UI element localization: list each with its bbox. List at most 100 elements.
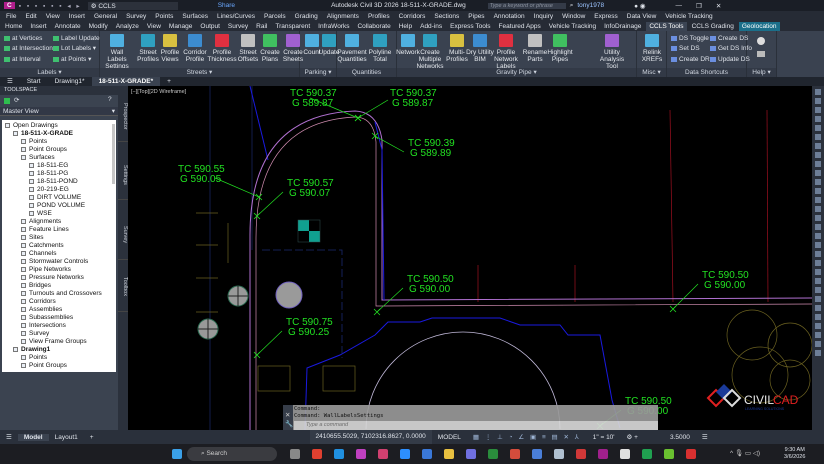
menu-vehicle-tracking[interactable]: Vehicle Tracking [665,13,712,20]
nav-tool-icon[interactable] [815,143,821,149]
refresh-icon[interactable]: ⟳ [14,96,19,104]
taskbar-app-icon[interactable] [422,449,432,459]
tree-item[interactable]: Survey [2,330,116,338]
user-name[interactable]: tony1978 [577,2,604,9]
tab-output[interactable]: Output [197,22,223,31]
nav-tool-icon[interactable] [815,233,821,239]
help-panel-title[interactable]: Help ▾ [747,68,776,77]
file-tabs-menu-icon[interactable]: ☰ [0,77,20,86]
tree-item[interactable]: Stormwater Controls [2,258,116,266]
menu-express[interactable]: Express [594,13,617,20]
nav-tool-icon[interactable] [815,251,821,257]
nav-tool-icon[interactable] [815,242,821,248]
update-ds-button[interactable]: Update DS [709,55,750,64]
tab-geolocation[interactable]: Geolocation [738,21,780,31]
menu-general[interactable]: General [94,13,117,20]
streets-panel-title[interactable]: Streets ▾ [100,68,299,77]
tree-item[interactable]: 20-219-EG [2,186,116,194]
taskbar-app-icon[interactable] [290,449,300,459]
workspace-selector[interactable]: ⚙ CCLS [87,1,178,10]
menu-window[interactable]: Window [562,13,585,20]
tree-item[interactable]: POND VOLUME [2,202,116,210]
quick-access-toolbar[interactable]: ▪ ▪ ▪ ▪ ▪ ▪ ◂ ▸ [19,2,82,10]
info-icon[interactable] [757,37,765,45]
drawing-canvas[interactable]: TC 590.37 G 589.87 TC 590.37 G 589.87 TC 590… [128,86,812,430]
tree-item[interactable]: Points [2,138,116,146]
menu-insert[interactable]: Insert [69,13,85,20]
tab-add-ins[interactable]: Add-ins [417,22,445,31]
nav-tool-icon[interactable] [815,350,821,356]
menu-corridors[interactable]: Corridors [399,13,426,20]
nav-tool-icon[interactable] [815,278,821,284]
tree-item[interactable]: Assemblies [2,306,116,314]
utility-analysis-tool-button[interactable]: Utility Analysis Tool [597,34,627,70]
tab-insert[interactable]: Insert [27,22,49,31]
lineweight-value[interactable]: 3.5000 [664,434,696,441]
status-toggles[interactable]: ▦ ⋮ ⊥ ◔ ∠ ▣ ≡ ▤ ✕ ⅄ [467,433,587,441]
taskbar-app-icon[interactable] [444,449,454,459]
nav-tool-icon[interactable] [815,341,821,347]
taskbar-app-icon[interactable] [488,449,498,459]
tab-ccls-tools[interactable]: CCLS Tools [646,21,687,31]
search-input[interactable]: Type a keyword or phrase [487,2,566,9]
taskbar-app-icon[interactable] [312,449,322,459]
tree-item[interactable]: 18-511-POND [2,178,116,186]
tab-home[interactable]: Home [2,22,25,31]
taskbar-app-icon[interactable] [400,449,410,459]
annotation-scale[interactable]: 1" = 10' [587,434,621,441]
layout-menu-icon[interactable]: ☰ [0,433,18,441]
profile-network-labels-button[interactable]: Profile Network Labels [491,34,521,70]
create-ds-button[interactable]: Create DS [709,34,748,43]
tab-express-tools[interactable]: Express Tools [447,22,493,31]
corridor-profile-button[interactable]: Corridor Profile [180,34,210,63]
nav-tool-icon[interactable] [815,314,821,320]
menu-surfaces[interactable]: Surfaces [182,13,208,20]
clock[interactable]: 9:30 AM 3/6/2026 [784,447,805,461]
taskbar-app-icon[interactable] [620,449,630,459]
minimize-button[interactable]: — [676,2,683,9]
nav-tool-icon[interactable] [815,188,821,194]
file-tab-18-511-x-grade[interactable]: 18-511-X-GRADE* [91,77,161,86]
tree-item[interactable]: Pipe Networks [2,266,116,274]
search-icon[interactable]: ⌕ [570,2,574,10]
at-points-button[interactable]: at Points ▾ [52,55,91,64]
nav-tool-icon[interactable] [815,215,821,221]
tree-item[interactable]: Point Groups [2,146,116,154]
tree-item[interactable]: Turnouts and Crossovers [2,290,116,298]
help-icon[interactable]: ? [108,96,112,103]
at-intersection-button[interactable]: at Intersection [3,44,53,53]
gravity-pipe-panel-title[interactable]: Gravity Pipe ▾ [397,68,636,77]
nav-tool-icon[interactable] [815,323,821,329]
taskbar-search[interactable]: ⌕ Search [187,447,277,461]
menu-inquiry[interactable]: Inquiry [534,13,554,20]
tab-collaborate[interactable]: Collaborate [354,22,393,31]
spot-label-g[interactable]: G 590.00 [704,280,746,291]
tree-item[interactable]: DIRT VOLUME [2,194,116,202]
set-ds-button[interactable]: Set DS [670,44,700,53]
tree-item[interactable]: Intersections [2,322,116,330]
spot-label-g[interactable]: G 590.25 [288,327,330,338]
taskbar-app-icon[interactable] [356,449,366,459]
taskbar-app-icon[interactable] [466,449,476,459]
tab-view[interactable]: View [144,22,164,31]
tree-item[interactable]: Bridges [2,282,116,290]
tree-item[interactable]: Feature Lines [2,226,116,234]
tree-item[interactable]: Points [2,354,116,362]
share-button[interactable]: Share [218,2,235,9]
tree-item[interactable]: Surfaces [2,154,116,162]
spot-label-g[interactable]: G 589.89 [410,148,452,159]
tree-item[interactable]: Subassemblies [2,314,116,322]
restore-button[interactable]: ❐ [696,2,702,10]
file-tab-start[interactable]: Start [20,77,48,86]
relink-xrefs-button[interactable]: Relink XREFs [637,34,667,63]
create-dr-button[interactable]: Create DR [670,55,710,64]
spot-label-g[interactable]: G 589.87 [392,98,434,109]
tab-layout1[interactable]: Layout1 [49,434,84,441]
nav-tool-icon[interactable] [815,179,821,185]
nav-tool-icon[interactable] [815,197,821,203]
wall-labels-settings-button[interactable]: Wall Labels Settings [102,34,132,70]
wrench-icon[interactable]: 🔧 [285,420,293,428]
menu-file[interactable]: File [6,13,16,20]
parking-panel-title[interactable]: Parking ▾ [300,68,336,77]
nav-tool-icon[interactable] [815,152,821,158]
